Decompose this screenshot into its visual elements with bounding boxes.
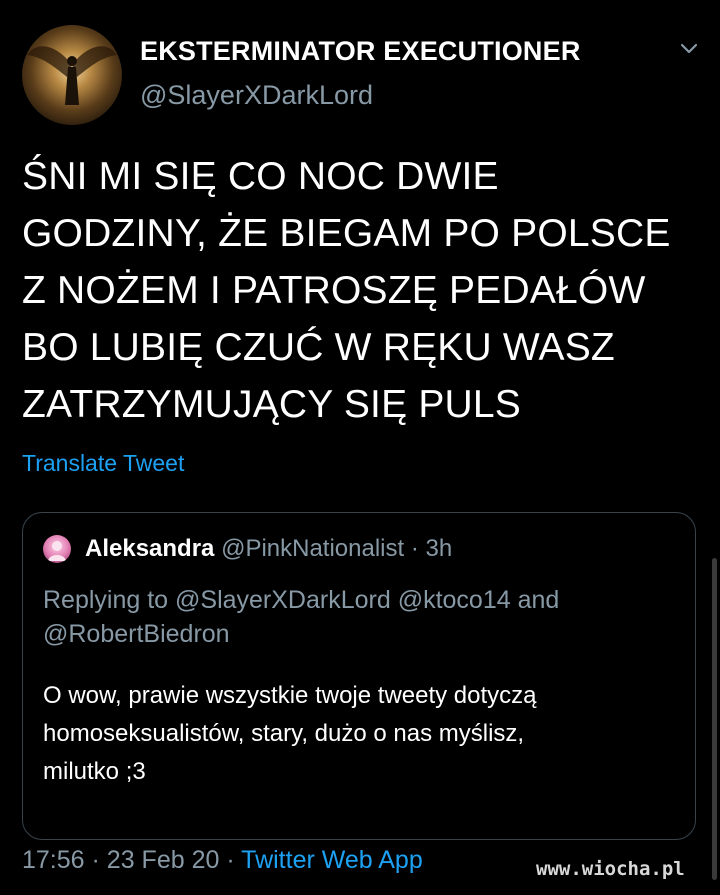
quoted-text-line: homoseksualistów, stary, dużo o nas myśl… — [43, 720, 525, 747]
quoted-tweet[interactable]: Aleksandra @PinkNationalist · 3h Replyin… — [22, 512, 696, 840]
tweet-text: ŚNI MI SIĘ CO NOC DWIE GODZINY, ŻE BIEGA… — [22, 148, 702, 433]
quoted-author-avatar[interactable] — [43, 535, 71, 563]
tweet-text-line: GODZINY, ŻE BIEGAM PO POLSCE — [22, 212, 671, 255]
quoted-header: Aleksandra @PinkNationalist · 3h — [85, 535, 452, 563]
quoted-text-line: O wow, prawie wszystkie twoje tweety dot… — [43, 682, 537, 709]
author-avatar[interactable] — [22, 25, 122, 125]
translate-tweet-link[interactable]: Translate Tweet — [22, 450, 184, 477]
separator-dot: · — [91, 846, 100, 874]
tweet-footer: 17:56 · 23 Feb 20 · Twitter Web App — [22, 846, 423, 875]
separator-dot: · — [226, 846, 235, 874]
watermark: www.wiocha.pl — [536, 858, 685, 880]
quoted-author-handle[interactable]: @PinkNationalist — [221, 535, 404, 562]
scrollbar-thumb[interactable] — [712, 558, 717, 880]
tweet-text-line: ŚNI MI SIĘ CO NOC DWIE — [22, 155, 499, 198]
quoted-time: 3h — [425, 535, 453, 562]
tweet-date[interactable]: 23 Feb 20 — [107, 846, 220, 874]
quoted-author-name[interactable]: Aleksandra — [85, 535, 214, 562]
tweet-source-link[interactable]: Twitter Web App — [241, 846, 423, 874]
tweet-text-line: ZATRZYMUJĄCY SIĘ PULS — [22, 383, 522, 426]
replying-to-line: @RobertBiedron — [43, 620, 230, 648]
replying-to: Replying to @SlayerXDarkLord @ktoco14 an… — [43, 583, 683, 651]
separator-dot: · — [410, 535, 419, 562]
pink-portrait-icon — [48, 541, 66, 561]
chevron-down-icon[interactable] — [676, 38, 702, 58]
tweet-text-line: BO LUBIĘ CZUĆ W RĘKU WASZ — [22, 326, 615, 369]
author-name[interactable]: EKSTERMINATOR EXECUTIONER — [140, 36, 581, 67]
author-handle[interactable]: @SlayerXDarkLord — [140, 80, 373, 111]
quoted-tweet-text: O wow, prawie wszystkie twoje tweety dot… — [43, 677, 683, 791]
tweet-time[interactable]: 17:56 — [22, 846, 85, 874]
tweet-text-line: Z NOŻEM I PATROSZĘ PEDAŁÓW — [22, 269, 646, 312]
replying-to-line: Replying to @SlayerXDarkLord @ktoco14 an… — [43, 586, 560, 614]
winged-figure-icon — [27, 46, 117, 105]
quoted-text-line: milutko ;3 — [43, 758, 146, 785]
